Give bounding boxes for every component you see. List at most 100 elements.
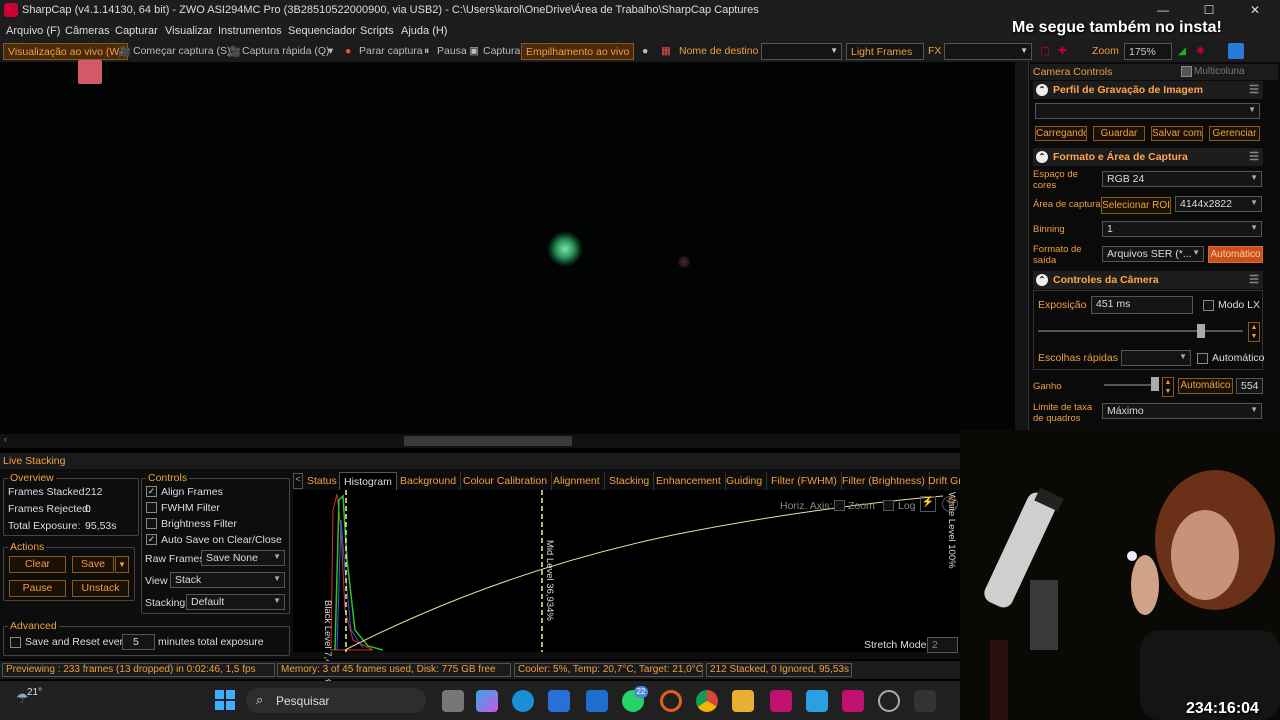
windows-start-icon[interactable] bbox=[215, 690, 235, 710]
chrome-icon[interactable] bbox=[696, 690, 718, 712]
manage-profile-button[interactable]: Gerenciar bbox=[1209, 126, 1260, 141]
hamburger-icon[interactable]: ☰ bbox=[1249, 83, 1259, 96]
autosave-checkbox[interactable]: ✓ bbox=[146, 534, 157, 545]
office-icon[interactable] bbox=[660, 690, 682, 712]
brightness-icon[interactable]: ✺ bbox=[1196, 45, 1205, 57]
save-reset-checkbox[interactable] bbox=[10, 637, 21, 648]
menu-cameras[interactable]: Câmeras bbox=[65, 25, 110, 37]
quick-capture-button[interactable]: Captura rápida (Q) bbox=[242, 45, 330, 57]
save-as-button[interactable]: Salvar com bbox=[1151, 126, 1203, 141]
format-section-header[interactable]: ⌃ Formato e Área de Captura ☰ bbox=[1033, 148, 1263, 166]
raw-frames-select[interactable]: Save None ▼ bbox=[201, 550, 285, 566]
app-icon-dark[interactable] bbox=[914, 690, 936, 712]
collapse-icon[interactable]: ⌃ bbox=[1036, 84, 1048, 96]
menu-scripts[interactable]: Scripts bbox=[360, 25, 394, 37]
unstack-button[interactable]: Unstack bbox=[72, 580, 129, 597]
crosshair-icon[interactable]: ✚ bbox=[1058, 45, 1067, 57]
profile-select[interactable]: ▼ bbox=[1035, 103, 1260, 119]
tabs-scroll-left[interactable]: < bbox=[293, 473, 303, 489]
gain-slider-thumb[interactable] bbox=[1151, 377, 1159, 391]
tab-alignment[interactable]: Alignment bbox=[549, 472, 605, 490]
record-mode-icon[interactable]: ▢ bbox=[1040, 45, 1050, 57]
menu-arquivo[interactable]: Arquivo (F) bbox=[6, 25, 60, 37]
fx-select[interactable]: ▼ bbox=[944, 43, 1032, 60]
select-roi-button[interactable]: Selecionar ROI bbox=[1101, 197, 1171, 214]
chevron-down-icon[interactable]: ▾ bbox=[328, 45, 333, 57]
store-icon[interactable] bbox=[548, 690, 570, 712]
target-name-select[interactable]: ▼ bbox=[761, 43, 842, 60]
close-button[interactable]: ✕ bbox=[1232, 0, 1278, 21]
minutes-stepper[interactable]: 5 bbox=[122, 634, 155, 650]
sharpcap-taskbar-icon-2[interactable] bbox=[842, 690, 864, 712]
start-capture-button[interactable]: Começar captura (S) bbox=[133, 45, 230, 57]
tab-colour-calibration[interactable]: Colour Calibration bbox=[459, 472, 553, 490]
resolution-select[interactable]: 4144x2822 ▼ bbox=[1175, 196, 1262, 212]
exposure-input[interactable]: 451 ms bbox=[1091, 296, 1193, 314]
tab-stacking[interactable]: Stacking bbox=[605, 472, 655, 490]
maximize-button[interactable]: ☐ bbox=[1186, 0, 1232, 21]
minimize-button[interactable]: — bbox=[1140, 0, 1186, 21]
edge-icon[interactable] bbox=[512, 690, 534, 712]
tab-histogram[interactable]: Histogram bbox=[339, 472, 397, 490]
tool-icon[interactable] bbox=[1228, 43, 1244, 59]
capture-button[interactable]: Captura bbox=[483, 45, 520, 57]
tab-enhancement[interactable]: Enhancement bbox=[652, 472, 726, 490]
tab-guiding[interactable]: Guiding bbox=[722, 472, 768, 490]
save-dropdown-button[interactable]: ▼ bbox=[115, 556, 129, 573]
live-view-button[interactable]: Visualização ao vivo (W) bbox=[3, 43, 128, 60]
copilot-icon[interactable] bbox=[476, 690, 498, 712]
clear-button[interactable]: Clear bbox=[9, 556, 66, 573]
menu-capturar[interactable]: Capturar bbox=[115, 25, 158, 37]
multicolumn-checkbox[interactable] bbox=[1181, 66, 1192, 77]
file-explorer-icon[interactable] bbox=[732, 690, 754, 712]
brightness-filter-checkbox[interactable] bbox=[146, 518, 157, 529]
overlay-thumbnail-icon[interactable] bbox=[78, 60, 102, 84]
menu-visualizar[interactable]: Visualizar bbox=[165, 25, 213, 37]
fps-limit-select[interactable]: Máximo ▼ bbox=[1102, 403, 1262, 419]
preview-vertical-scrollbar[interactable] bbox=[1015, 62, 1028, 434]
app-icon-cyan[interactable] bbox=[806, 690, 828, 712]
stacking-select[interactable]: Default ▼ bbox=[186, 594, 285, 610]
auto-stretch-icon[interactable]: ⚡ bbox=[920, 496, 936, 512]
lx-mode-checkbox[interactable] bbox=[1203, 300, 1214, 311]
exposure-slider-thumb[interactable] bbox=[1197, 324, 1205, 338]
output-auto-button[interactable]: Automático bbox=[1208, 246, 1263, 263]
gain-stepper[interactable]: ▲ ▼ bbox=[1162, 377, 1174, 397]
zoom-checkbox[interactable] bbox=[834, 500, 845, 511]
sharpcap-taskbar-icon[interactable] bbox=[770, 690, 792, 712]
profile-section-header[interactable]: ⌃ Perfil de Gravação de Imagem ☰ bbox=[1033, 81, 1263, 99]
menu-sequenciador[interactable]: Sequenciador bbox=[288, 25, 356, 37]
histogram-graph[interactable] bbox=[293, 490, 960, 652]
exposure-stepper[interactable]: ▲ ▼ bbox=[1248, 322, 1260, 342]
camera-controls-section-header[interactable]: ⌃ Controles da Câmera ☰ bbox=[1033, 271, 1263, 289]
hamburger-icon[interactable]: ☰ bbox=[1249, 150, 1259, 163]
log-checkbox[interactable] bbox=[883, 500, 894, 511]
view-select[interactable]: Stack ▼ bbox=[170, 572, 285, 588]
align-frames-checkbox[interactable]: ✓ bbox=[146, 486, 157, 497]
binning-select[interactable]: 1 ▼ bbox=[1102, 221, 1262, 237]
quick-picks-select[interactable]: ▼ bbox=[1121, 350, 1191, 366]
task-view-icon[interactable] bbox=[442, 690, 464, 712]
reset-icon[interactable]: ⟲ bbox=[942, 496, 958, 512]
scroll-left-arrow[interactable]: ‹ bbox=[4, 434, 7, 444]
pause-button[interactable]: Pausa bbox=[437, 45, 467, 57]
app-icon-gray[interactable] bbox=[878, 690, 900, 712]
gain-value-input[interactable]: 554 bbox=[1236, 378, 1263, 394]
live-stacking-button[interactable]: Empilhamento ao vivo bbox=[521, 43, 635, 60]
taskbar-search[interactable] bbox=[246, 688, 426, 713]
output-format-select[interactable]: Arquivos SER (*... ▼ bbox=[1102, 246, 1204, 262]
exposure-slider-track[interactable] bbox=[1038, 330, 1243, 332]
menu-ajuda[interactable]: Ajuda (H) bbox=[401, 25, 447, 37]
hamburger-icon[interactable]: ☰ bbox=[1249, 273, 1259, 286]
app-icon-blue[interactable] bbox=[586, 690, 608, 712]
load-profile-button[interactable]: Carregando bbox=[1035, 126, 1087, 141]
frame-type-select[interactable]: Light Frames bbox=[846, 43, 924, 60]
scroll-thumb[interactable] bbox=[404, 436, 572, 446]
live-preview-area[interactable] bbox=[0, 62, 1015, 434]
save-profile-button[interactable]: Guardar bbox=[1093, 126, 1145, 141]
exposure-auto-checkbox[interactable] bbox=[1197, 353, 1208, 364]
menu-instrumentos[interactable]: Instrumentos bbox=[218, 25, 282, 37]
collapse-icon[interactable]: ⌃ bbox=[1036, 151, 1048, 163]
pause-stack-button[interactable]: Pause bbox=[9, 580, 66, 597]
zoom-select[interactable]: 175% bbox=[1124, 43, 1172, 60]
